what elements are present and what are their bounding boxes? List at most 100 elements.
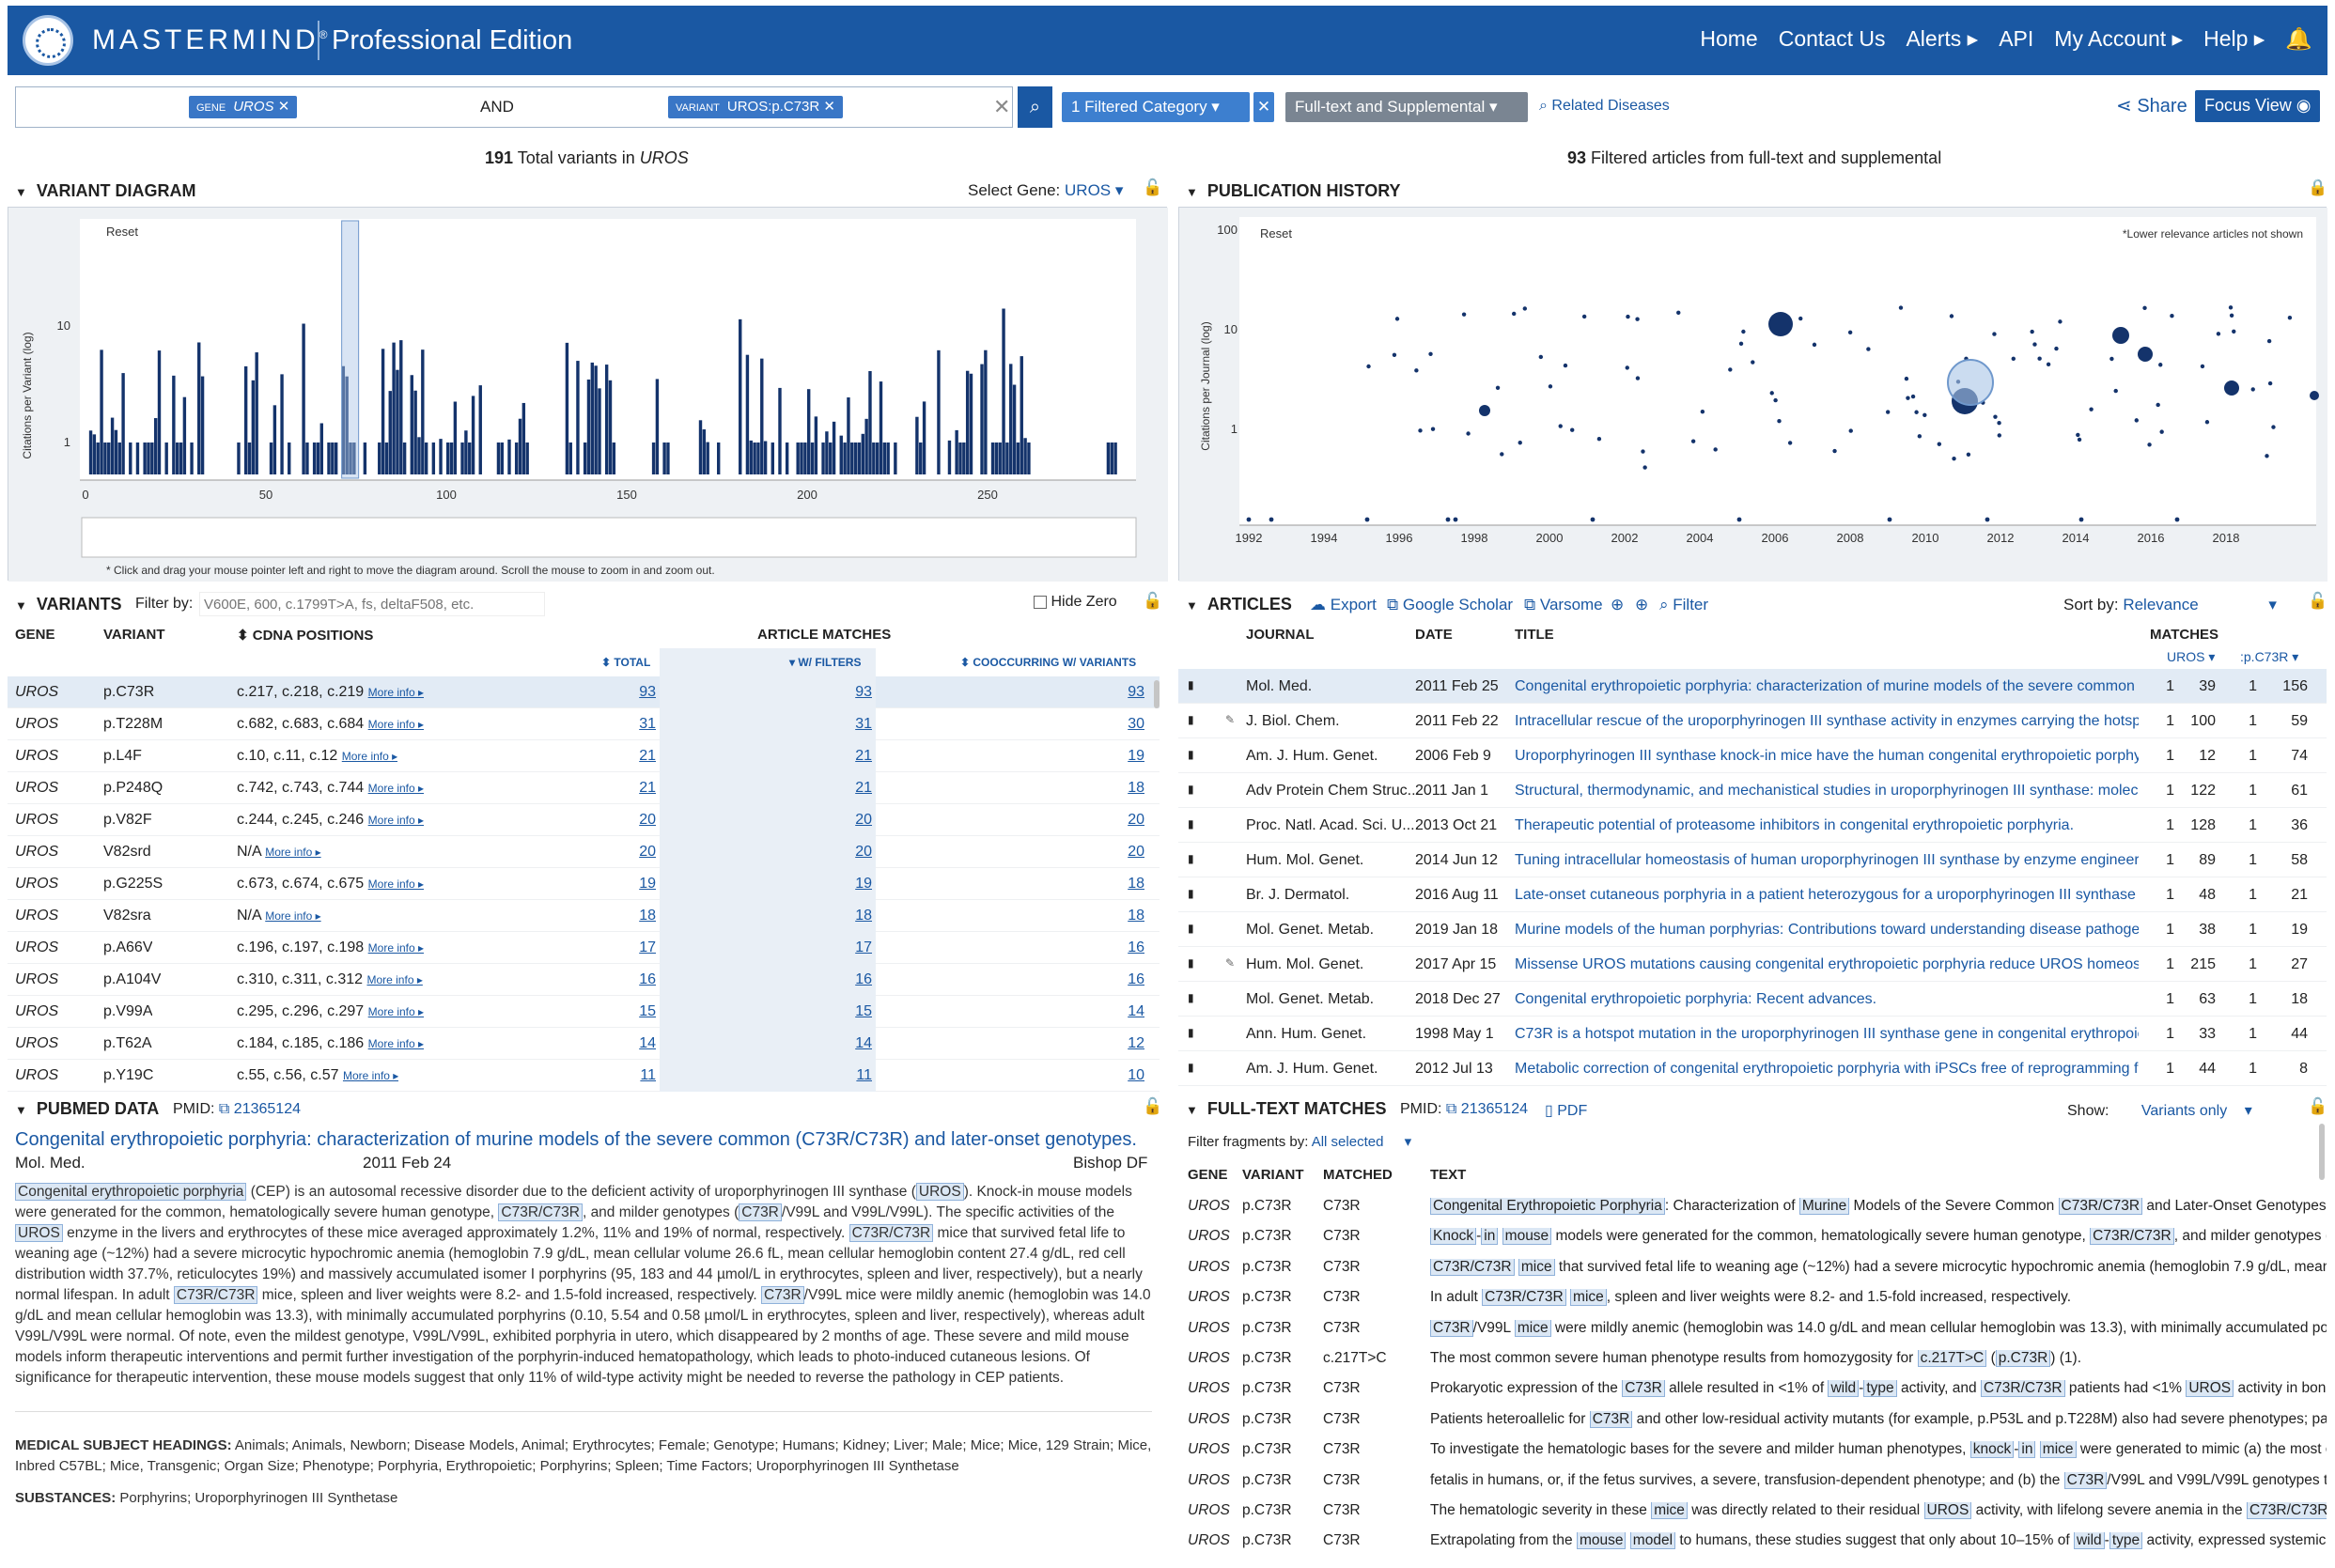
fulltext-row[interactable]: UROS p.C73R C73R To investigate the hematol…	[1178, 1435, 2327, 1465]
variant-bar[interactable]	[810, 442, 815, 474]
variant-bar[interactable]	[172, 375, 176, 474]
fulltext-dropdown[interactable]: Full-text and Supplemental ▾	[1285, 92, 1528, 122]
variant-bar[interactable]	[247, 442, 252, 474]
variant-diagram-area[interactable]: Reset Citations per Variant (log) 10 1 0 50 10…	[8, 207, 1168, 582]
variant-bar[interactable]	[785, 442, 789, 474]
variant-bar[interactable]	[280, 374, 284, 474]
article-row[interactable]: ▮ Hum. Mol. Genet. 2014 Jun 12 Tuning intra…	[1178, 843, 2327, 877]
variant-bar[interactable]	[331, 442, 335, 474]
variant-bar[interactable]	[980, 364, 984, 474]
publication-dot[interactable]	[1394, 317, 1400, 321]
variant-bar[interactable]	[514, 442, 519, 474]
publication-dot[interactable]	[1798, 316, 1803, 321]
selected-variant-highlight[interactable]	[341, 220, 360, 479]
pubmed-header[interactable]: ▼ PUBMED DATA	[15, 1099, 159, 1126]
document-icon[interactable]: ▮	[1188, 887, 1194, 900]
publication-dot[interactable]	[1364, 517, 1370, 522]
article-title[interactable]: Tuning intracellular homeostasis of huma…	[1515, 852, 2139, 869]
publication-dot[interactable]	[1392, 352, 1397, 358]
document-icon[interactable]: ▮	[1188, 678, 1194, 691]
variant-total[interactable]: 19	[618, 876, 656, 893]
variant-bar[interactable]	[396, 369, 399, 474]
article-title[interactable]: Intracellular rescue of the uroporphyrin…	[1515, 713, 2139, 730]
unlock-icon[interactable]: 🔓	[1143, 179, 1162, 197]
mastermind-logo-icon[interactable]	[23, 15, 73, 66]
more-info-link[interactable]: More info ▸	[368, 1037, 424, 1050]
publication-dot[interactable]	[1563, 363, 1568, 368]
variant-bar[interactable]	[958, 442, 962, 474]
col-matches-gene[interactable]: UROS ▾	[2167, 649, 2215, 665]
variant-bar[interactable]	[990, 442, 995, 474]
variant-bar[interactable]	[402, 442, 407, 474]
variant-bar[interactable]	[583, 442, 587, 474]
publication-dot[interactable]	[2174, 517, 2180, 522]
related-diseases-link[interactable]: ⌕ Related Diseases	[1539, 98, 1670, 115]
publication-dot[interactable]	[1635, 376, 1641, 380]
variant-bar[interactable]	[153, 418, 158, 474]
publication-dot[interactable]	[2204, 420, 2210, 425]
variant-bar[interactable]	[565, 342, 569, 474]
variant-bar[interactable]	[662, 442, 666, 474]
reset-link[interactable]: Reset	[106, 225, 138, 239]
variant-bar[interactable]	[702, 429, 707, 474]
variant-with-filters[interactable]: 18	[834, 908, 872, 924]
article-title[interactable]: Late-onset cutaneous porphyria in a pati…	[1515, 887, 2139, 904]
variant-row[interactable]: UROS p.G225S c.673, c.674, c.675 More info…	[8, 868, 1160, 900]
variant-bar[interactable]	[1012, 384, 1017, 474]
more-info-link[interactable]: More info ▸	[368, 941, 424, 955]
publication-dot[interactable]	[2147, 442, 2152, 447]
publication-dot[interactable]	[1635, 317, 1640, 321]
publication-dot[interactable]	[2142, 305, 2147, 311]
publication-dot[interactable]	[1453, 517, 1458, 522]
publication-dot[interactable]	[1495, 385, 1501, 391]
variant-bar[interactable]	[525, 442, 529, 474]
variant-bar[interactable]	[1005, 442, 1009, 474]
publication-dot[interactable]	[2232, 329, 2236, 334]
publication-dot[interactable]	[1581, 314, 1587, 319]
variant-bar[interactable]	[121, 373, 125, 474]
variant-bar[interactable]	[568, 442, 572, 474]
more-info-link[interactable]: More info ▸	[343, 1069, 398, 1082]
variant-bar[interactable]	[821, 442, 825, 474]
variant-bar[interactable]	[182, 396, 187, 474]
publication-dot[interactable]	[1966, 452, 1971, 457]
variant-bar[interactable]	[598, 388, 601, 474]
variant-bar[interactable]	[803, 442, 807, 474]
publication-dot[interactable]	[1992, 332, 1997, 336]
variant-cooccurring[interactable]: 30	[1107, 716, 1144, 733]
fulltext-row[interactable]: UROS p.C73R C73R Prokaryotic expression of …	[1178, 1374, 2327, 1404]
variant-bar[interactable]	[468, 442, 472, 474]
articles-header[interactable]: ▼ ARTICLES	[1186, 595, 1292, 621]
search-button[interactable]: ⌕	[1018, 86, 1052, 128]
variant-cooccurring[interactable]: 10	[1107, 1067, 1144, 1084]
variant-bar[interactable]	[269, 442, 273, 474]
publication-dot[interactable]	[1741, 329, 1746, 334]
publication-dot[interactable]	[1538, 354, 1544, 360]
variant-bar[interactable]	[363, 442, 367, 474]
fulltext-row[interactable]: UROS p.C73R C73R The hematologic severity i…	[1178, 1496, 2327, 1526]
publication-dot[interactable]	[1736, 517, 1742, 522]
variant-total[interactable]: 16	[618, 971, 656, 988]
article-title[interactable]: C73R is a hotspot mutation in the uropor…	[1515, 1026, 2139, 1043]
variant-bar[interactable]	[150, 442, 154, 474]
filter-articles-link[interactable]: ⌕ Filter	[1659, 596, 1708, 614]
variant-bar[interactable]	[666, 442, 670, 474]
variant-bar[interactable]	[922, 401, 926, 474]
variant-bar[interactable]	[143, 442, 147, 474]
variant-bar[interactable]	[832, 421, 836, 474]
nav-item-5[interactable]: Help ▸	[2203, 26, 2265, 52]
variant-bar[interactable]	[431, 442, 436, 474]
publication-dot[interactable]	[1866, 347, 1871, 351]
variant-bar[interactable]	[965, 370, 970, 474]
publication-dot[interactable]	[1590, 517, 1596, 522]
publication-dot[interactable]	[1676, 310, 1681, 316]
variant-bar[interactable]	[576, 361, 580, 474]
variant-cooccurring[interactable]: 18	[1107, 908, 1144, 924]
publication-dot[interactable]	[1558, 424, 1563, 428]
variant-bar[interactable]	[872, 442, 876, 474]
variant-bar[interactable]	[399, 340, 403, 474]
publication-dot[interactable]	[1985, 517, 1990, 522]
publication-dot[interactable]	[1518, 441, 1522, 445]
variant-bar[interactable]	[197, 342, 201, 474]
document-icon[interactable]: ▮	[1188, 922, 1194, 935]
